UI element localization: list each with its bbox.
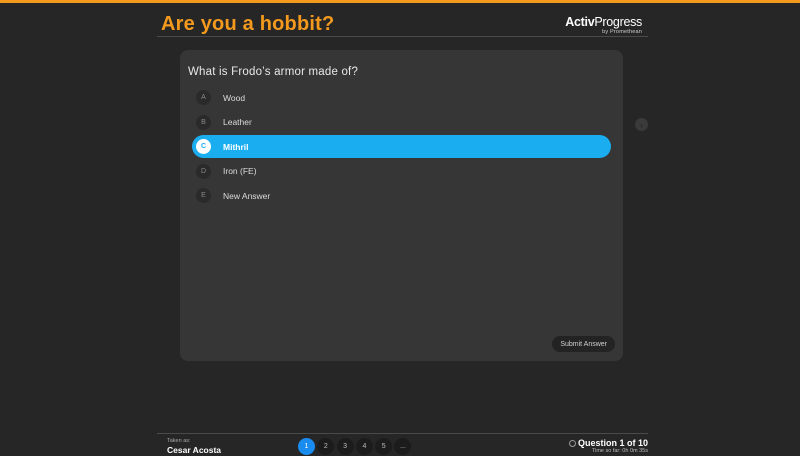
answer-letter: C — [196, 139, 211, 154]
brand-name: ActivProgress — [565, 15, 642, 29]
answer-option-c[interactable]: C Mithril — [192, 135, 611, 158]
answer-letter: E — [196, 188, 211, 203]
page-button-4[interactable]: 4 — [355, 438, 373, 455]
chevron-right-icon[interactable]: › — [635, 118, 648, 131]
answer-label: Mithril — [223, 141, 249, 152]
answer-letter: B — [196, 114, 211, 130]
page-button-1[interactable]: 1 — [298, 438, 315, 455]
brand-subtitle: by Promethean — [602, 28, 642, 35]
answer-label: Wood — [223, 92, 246, 103]
answer-letter: A — [196, 90, 211, 105]
question-count: Question 1 of 10 — [577, 438, 648, 448]
answer-label: New Answer — [223, 190, 271, 201]
question-pager: 1 2 3 4 5 ... — [298, 438, 414, 455]
page-button-5[interactable]: 5 — [375, 438, 393, 455]
question-text: What is Frodo’s armor made of? — [188, 66, 359, 78]
brand-logo: ActivProgress by Promethean — [565, 16, 642, 35]
answer-option-d[interactable]: D Iron (FE) — [192, 160, 611, 183]
quiz-title: Are you a hobbit? — [161, 13, 335, 35]
question-card: What is Frodo’s armor made of? A Wood B … — [180, 50, 623, 361]
submit-answer-button[interactable]: Submit Answer — [552, 336, 615, 352]
page-button-3[interactable]: 3 — [336, 438, 354, 455]
footer: Taken as: Cesar Acosta 1 2 3 4 5 ... Que… — [157, 433, 648, 456]
page-button-more[interactable]: ... — [394, 438, 412, 455]
taken-as-label: Taken as: — [167, 438, 191, 444]
answer-label: Iron (FE) — [223, 166, 257, 176]
answer-list: A Wood B Leather C Mithril D Iron (FE) E… — [192, 86, 611, 209]
answer-option-a[interactable]: A Wood — [192, 86, 611, 109]
header: Are you a hobbit? ActivProgress by Prome… — [157, 3, 648, 37]
page-button-2[interactable]: 2 — [317, 438, 335, 455]
answer-letter: D — [196, 163, 211, 179]
time-so-far: Time so far: 0h 0m 35s — [591, 448, 648, 454]
answer-label: Leather — [223, 117, 252, 127]
status-circle-icon — [569, 440, 576, 447]
answer-option-e[interactable]: E New Answer — [192, 184, 611, 207]
answer-option-b[interactable]: B Leather — [192, 111, 611, 134]
user-name: Cesar Acosta — [167, 445, 222, 455]
